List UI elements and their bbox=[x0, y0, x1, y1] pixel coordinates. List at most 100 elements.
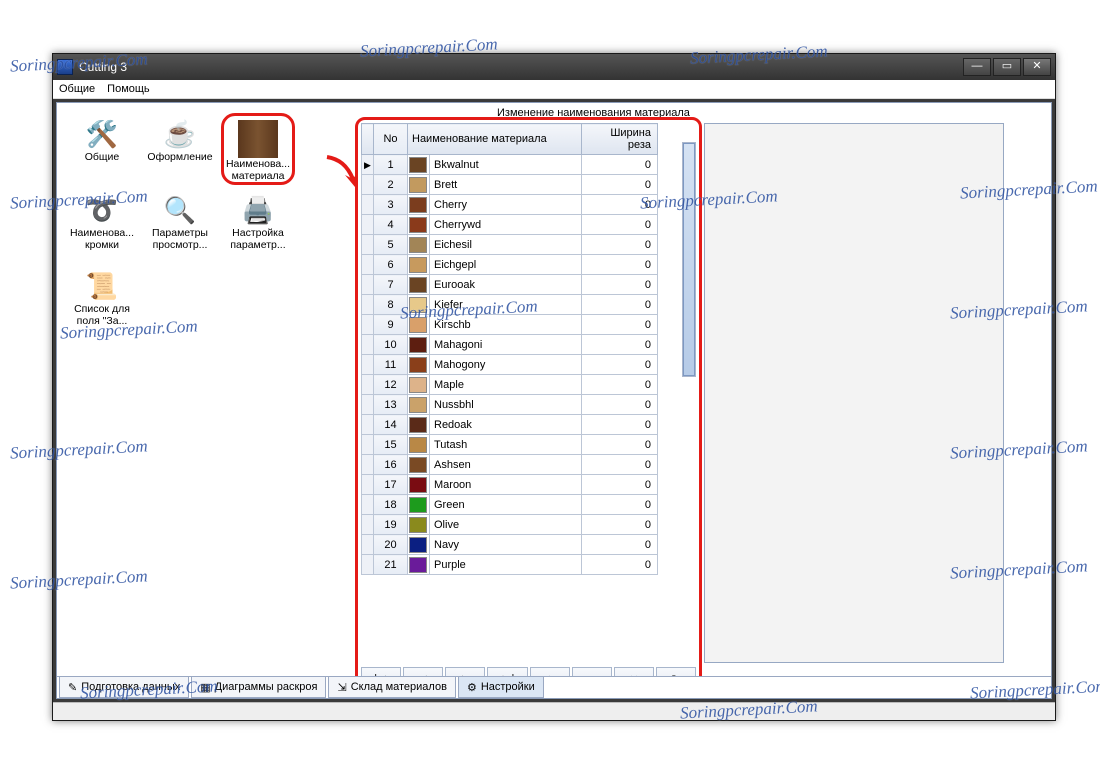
table-row[interactable]: ▶16Ashsen0 bbox=[362, 455, 658, 475]
table-row[interactable]: ▶21Purple0 bbox=[362, 555, 658, 575]
table-row[interactable]: ▶4Cherrywd0 bbox=[362, 215, 658, 235]
cell-cut[interactable]: 0 bbox=[582, 395, 658, 415]
cell-cut[interactable]: 0 bbox=[582, 215, 658, 235]
table-row[interactable]: ▶15Tutash0 bbox=[362, 435, 658, 455]
table-row[interactable]: ▶1Bkwalnut0 bbox=[362, 155, 658, 175]
table-row[interactable]: ▶18Green0 bbox=[362, 495, 658, 515]
cell-name[interactable]: Mahogony bbox=[430, 355, 582, 375]
nav-post-button[interactable]: ✓ bbox=[572, 667, 612, 676]
cell-name[interactable]: Maroon bbox=[430, 475, 582, 495]
launcher-label: Оформление bbox=[147, 151, 212, 163]
col-no[interactable]: No bbox=[374, 124, 408, 155]
table-row[interactable]: ▶11Mahogony0 bbox=[362, 355, 658, 375]
table-row[interactable]: ▶7Eurooak0 bbox=[362, 275, 658, 295]
cell-cut[interactable]: 0 bbox=[582, 235, 658, 255]
tab-data-prep[interactable]: ✎Подготовка данных bbox=[59, 677, 189, 698]
cell-name[interactable]: Bkwalnut bbox=[430, 155, 582, 175]
cell-swatch bbox=[408, 235, 430, 255]
cell-cut[interactable]: 0 bbox=[582, 355, 658, 375]
table-row[interactable]: ▶12Maple0 bbox=[362, 375, 658, 395]
nav-prev-button[interactable]: ◄ bbox=[403, 667, 443, 676]
cell-cut[interactable]: 0 bbox=[582, 455, 658, 475]
cell-name[interactable]: Green bbox=[430, 495, 582, 515]
cell-cut[interactable]: 0 bbox=[582, 175, 658, 195]
cell-cut[interactable]: 0 bbox=[582, 375, 658, 395]
table-row[interactable]: ▶19Olive0 bbox=[362, 515, 658, 535]
cell-name[interactable]: Cherry bbox=[430, 195, 582, 215]
nav-insert-button[interactable]: ▲ bbox=[530, 667, 570, 676]
launcher-common[interactable]: 🛠️Общие bbox=[65, 113, 139, 185]
table-row[interactable]: ▶17Maroon0 bbox=[362, 475, 658, 495]
close-button[interactable]: ✕ bbox=[1023, 58, 1051, 76]
cell-cut[interactable]: 0 bbox=[582, 495, 658, 515]
launcher-material[interactable]: Наименова...материала bbox=[221, 113, 295, 185]
cell-cut[interactable]: 0 bbox=[582, 255, 658, 275]
table-row[interactable]: ▶14Redoak0 bbox=[362, 415, 658, 435]
cell-name[interactable]: Kiefer bbox=[430, 295, 582, 315]
tab-diagrams[interactable]: ▦Диаграммы раскроя bbox=[191, 677, 326, 698]
col-cut[interactable]: Ширина реза bbox=[582, 124, 658, 155]
cell-name[interactable]: Eichgepl bbox=[430, 255, 582, 275]
table-scrollbar[interactable] bbox=[682, 142, 696, 377]
cell-name[interactable]: Navy bbox=[430, 535, 582, 555]
tab-warehouse[interactable]: ⇲Склад материалов bbox=[328, 677, 455, 698]
materials-table[interactable]: No Наименование материала Ширина реза ▶1… bbox=[361, 123, 658, 575]
table-row[interactable]: ▶2Brett0 bbox=[362, 175, 658, 195]
cell-cut[interactable]: 0 bbox=[582, 515, 658, 535]
table-row[interactable]: ▶6Eichgepl0 bbox=[362, 255, 658, 275]
cell-name[interactable]: Tutash bbox=[430, 435, 582, 455]
launcher-edge[interactable]: ➰Наименова...кромки bbox=[65, 189, 139, 261]
cell-name[interactable]: Brett bbox=[430, 175, 582, 195]
table-row[interactable]: ▶13Nussbhl0 bbox=[362, 395, 658, 415]
table-row[interactable]: ▶5Eichesil0 bbox=[362, 235, 658, 255]
cell-name[interactable]: Nussbhl bbox=[430, 395, 582, 415]
cell-name[interactable]: Redoak bbox=[430, 415, 582, 435]
cell-cut[interactable]: 0 bbox=[582, 315, 658, 335]
minimize-button[interactable]: — bbox=[963, 58, 991, 76]
cell-cut[interactable]: 0 bbox=[582, 275, 658, 295]
cell-cut[interactable]: 0 bbox=[582, 155, 658, 175]
table-row[interactable]: ▶10Mahagoni0 bbox=[362, 335, 658, 355]
cell-cut[interactable]: 0 bbox=[582, 435, 658, 455]
cell-cut[interactable]: 0 bbox=[582, 535, 658, 555]
cell-name[interactable]: Cherrywd bbox=[430, 215, 582, 235]
row-marker: ▶ bbox=[362, 455, 374, 475]
maximize-button[interactable]: ▭ bbox=[993, 58, 1021, 76]
cell-name[interactable]: Maple bbox=[430, 375, 582, 395]
cell-name[interactable]: Kirschb bbox=[430, 315, 582, 335]
launcher-viewparams[interactable]: 🔍Параметрыпросмотр... bbox=[143, 189, 217, 261]
cell-name[interactable]: Olive bbox=[430, 515, 582, 535]
launcher-fieldlist[interactable]: 📜Список дляполя "За... bbox=[65, 265, 139, 337]
cell-name[interactable]: Purple bbox=[430, 555, 582, 575]
launcher-print[interactable]: 🖨️Настройкапараметр... bbox=[221, 189, 295, 261]
nav-refresh-button[interactable]: ↻ bbox=[656, 667, 696, 676]
table-row[interactable]: ▶8Kiefer0 bbox=[362, 295, 658, 315]
nav-next-button[interactable]: ► bbox=[445, 667, 485, 676]
nav-cancel-button[interactable]: ✕ bbox=[614, 667, 654, 676]
launcher-label2: кромки bbox=[85, 239, 119, 251]
cell-name[interactable]: Eurooak bbox=[430, 275, 582, 295]
table-row[interactable]: ▶20Navy0 bbox=[362, 535, 658, 555]
cell-cut[interactable]: 0 bbox=[582, 335, 658, 355]
cell-cut[interactable]: 0 bbox=[582, 475, 658, 495]
launcher-design[interactable]: ☕Оформление bbox=[143, 113, 217, 185]
cell-name[interactable]: Ashsen bbox=[430, 455, 582, 475]
col-name[interactable]: Наименование материала bbox=[408, 124, 582, 155]
table-row[interactable]: ▶3Cherry0 bbox=[362, 195, 658, 215]
cell-name[interactable]: Eichesil bbox=[430, 235, 582, 255]
tab-settings[interactable]: ⚙Настройки bbox=[458, 677, 544, 698]
cell-cut[interactable]: 0 bbox=[582, 295, 658, 315]
nav-last-button[interactable]: ►| bbox=[487, 667, 527, 676]
titlebar[interactable]: Cutting 3 — ▭ ✕ bbox=[53, 54, 1055, 80]
cell-cut[interactable]: 0 bbox=[582, 555, 658, 575]
menu-common[interactable]: Общие bbox=[59, 83, 95, 95]
nav-first-button[interactable]: |◄ bbox=[361, 667, 401, 676]
scrollbar-thumb[interactable] bbox=[683, 143, 695, 376]
menu-help[interactable]: Помощь bbox=[107, 83, 150, 95]
table-row[interactable]: ▶9Kirschb0 bbox=[362, 315, 658, 335]
cell-name[interactable]: Mahagoni bbox=[430, 335, 582, 355]
menu-bar: Общие Помощь bbox=[53, 80, 1055, 99]
cell-cut[interactable]: 0 bbox=[582, 195, 658, 215]
cell-swatch bbox=[408, 515, 430, 535]
cell-cut[interactable]: 0 bbox=[582, 415, 658, 435]
